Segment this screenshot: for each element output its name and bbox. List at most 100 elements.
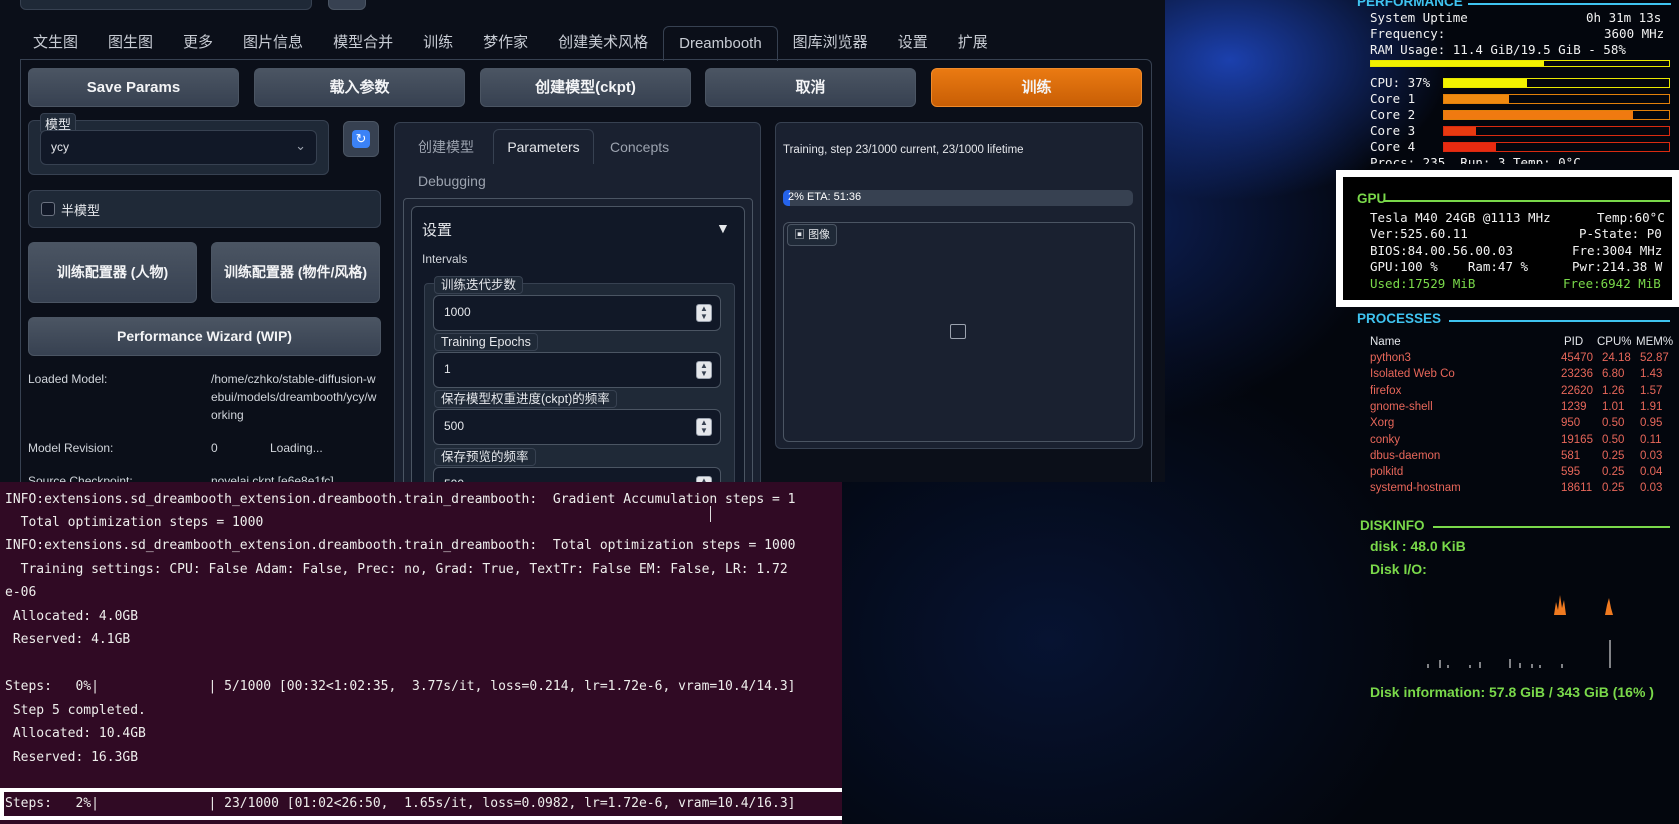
tab-png-info[interactable]: 图片信息 [228,26,318,60]
core-2-bar-fill [1444,111,1633,119]
stepper-icon[interactable]: ▲▼ [696,418,712,436]
terminal-window[interactable]: INFO:extensions.sd_dreambooth_extension.… [0,482,842,824]
stepper-icon[interactable]: ▲▼ [696,361,712,379]
disk-usage: disk : 48.0 KiB [1370,538,1466,554]
core-1-label: Core 1 [1370,91,1416,106]
tab-dreamartist[interactable]: 梦作家 [468,26,543,60]
process-cpu: 1.26 [1602,384,1625,397]
core-2-bar [1443,110,1670,120]
process-cpu: 0.50 [1602,417,1625,430]
process-cpu: 0.25 [1602,466,1625,479]
divider [1468,3,1671,5]
source-checkpoint-value: novelai.ckpt [e6e8e1fc] [211,474,334,482]
subtab-concepts[interactable]: Concepts [610,130,669,164]
stepper-icon[interactable]: ▲▼ [696,304,712,322]
proc-header-pid: PID [1564,336,1584,348]
tab-dreambooth[interactable]: Dreambooth [663,26,778,61]
process-name: polkitd [1370,466,1404,479]
core-4-bar-fill [1444,143,1496,151]
terminal-line: e-06 [5,585,37,600]
chevron-down-icon: ⌄ [295,138,306,153]
model-revision-label: Model Revision: [28,441,114,455]
tab-train[interactable]: 训练 [408,26,468,60]
half-model-checkbox[interactable] [41,202,55,216]
cpu-bar [1443,78,1670,88]
process-name: systemd-hostnam [1370,482,1461,495]
proc-header-mem: MEM% [1636,336,1674,348]
terminal-line: Step 5 completed. [5,703,146,718]
image-icon: ▣ [794,229,805,241]
procs-line: Procs: 235 Run: 3 Temp: 0°C [1370,155,1581,164]
terminal-line: Allocated: 4.0GB [5,609,139,624]
gpu-mem-freq: Fre:3004 MHz [1572,243,1663,258]
tab-aesthetic[interactable]: 创建美术风格 [543,26,663,60]
tab-extensions[interactable]: 扩展 [943,26,1003,60]
cpu-bar-fill [1444,79,1528,87]
process-mem: 52.87 [1640,352,1669,364]
process-mem: 0.04 [1640,466,1663,479]
core-3-bar [1443,126,1670,136]
process-name: dbus-daemon [1370,449,1441,462]
tab-img2img[interactable]: 图生图 [93,26,168,60]
tab-checkpoint-merger[interactable]: 模型合并 [318,26,408,60]
core-4-label: Core 4 [1370,139,1416,154]
refresh-checkpoint-button[interactable] [328,0,366,10]
subtab-create-model[interactable]: 创建模型 [418,130,474,164]
gpu-bios: BIOS:84.00.56.00.03 [1370,243,1513,258]
process-pid: 18611 [1561,482,1593,495]
train-steps-input[interactable]: 1000 ▲ ▼ [433,295,721,331]
process-pid: 950 [1561,417,1581,430]
subtab-debugging[interactable]: Debugging [418,164,486,198]
proc-header-name: Name [1370,336,1401,348]
diskinfo-title: DISKINFO [1360,518,1425,533]
performance-wizard-button[interactable]: Performance Wizard (WIP) [28,317,381,356]
terminal-line: Steps: 2%| | 23/1000 [01:02<26:50, 1.65s… [5,796,796,811]
text-cursor-icon [710,506,711,522]
tab-extras[interactable]: 更多 [168,26,228,60]
save-preview-frequency-input[interactable]: 500 ▲▼ [433,467,721,482]
settings-header[interactable]: 设置 [422,219,452,240]
train-button[interactable]: 训练 [931,68,1142,107]
training-epochs-value: 1 [444,362,451,376]
webui-window: 文生图 图生图 更多 图片信息 模型合并 训练 梦作家 创建美术风格 Dream… [0,0,1165,482]
refresh-models-button[interactable]: ↻ [343,121,379,157]
tab-settings[interactable]: 设置 [883,26,943,60]
progress-text: 2% ETA: 51:36 [788,191,862,203]
core-3-label: Core 3 [1370,123,1416,138]
tab-txt2img[interactable]: 文生图 [18,26,93,60]
training-epochs-input[interactable]: 1 ▲ ▼ [433,352,721,388]
subtab-parameters[interactable]: Parameters [493,129,594,164]
process-mem: 0.03 [1640,482,1663,495]
load-params-button[interactable]: 载入参数 [254,68,465,107]
loaded-model-label: Loaded Model: [28,372,108,386]
process-cpu: 0.25 [1602,482,1625,495]
process-mem: 1.43 [1640,368,1663,381]
gpu-used: Used:17529 MiB [1370,276,1476,291]
terminal-line: Training settings: CPU: False Adam: Fals… [5,562,788,577]
trainer-object-button[interactable]: 训练配置器 (物件/风格) [211,242,380,303]
terminal-line: Allocated: 10.4GB [5,726,146,741]
process-pid: 595 [1561,466,1581,479]
model-dropdown[interactable]: ycy ⌄ [40,130,317,165]
frequency-label: Frequency: [1370,26,1446,41]
image-label-chip: ▣ 图像 [787,224,838,246]
half-model-block: 半模型 [28,190,381,228]
process-name: gnome-shell [1370,400,1433,413]
field-label-save-preview-frequency: 保存预览的频率 [434,448,536,466]
cpu-label: CPU: 37% [1370,75,1431,90]
save-params-button[interactable]: Save Params [28,68,239,107]
cancel-button[interactable]: 取消 [705,68,916,107]
ram-bar [1370,60,1670,67]
divider [1449,320,1670,322]
save-ckpt-frequency-input[interactable]: 500 ▲ ▼ [433,409,721,445]
process-cpu: 24.18 [1602,352,1631,364]
checkpoint-dropdown[interactable] [20,0,312,10]
tab-image-browser[interactable]: 图库浏览器 [778,26,883,60]
create-model-button[interactable]: 创建模型(ckpt) [480,68,691,107]
process-name: conky [1370,433,1401,446]
collapse-triangle-icon[interactable]: ▼ [716,220,730,236]
process-pid: 22620 [1561,384,1593,397]
trainer-person-button[interactable]: 训练配置器 (人物) [28,242,197,303]
process-mem: 0.11 [1640,433,1662,446]
ram-bar-fill [1371,61,1544,66]
